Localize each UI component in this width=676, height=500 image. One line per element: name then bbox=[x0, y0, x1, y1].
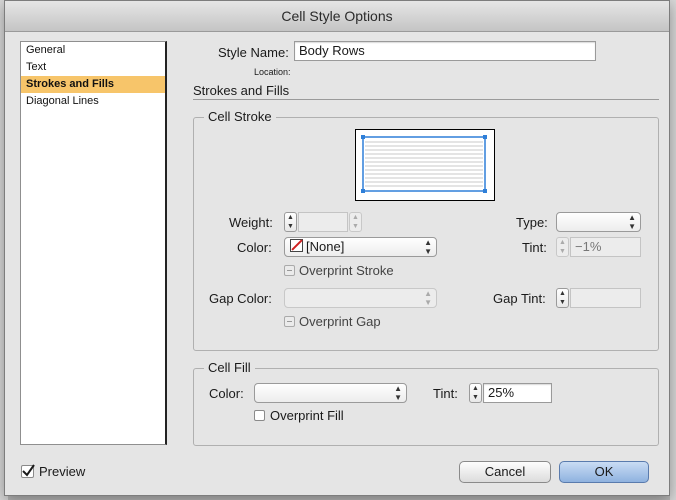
checkmark-icon bbox=[22, 464, 35, 477]
weight-label: Weight: bbox=[229, 215, 273, 230]
up-down-chevron-icon: ▲ ▼ bbox=[628, 213, 636, 231]
style-name-input[interactable]: Body Rows bbox=[294, 41, 596, 61]
stroke-tint-stepper[interactable]: ▲ ▼ bbox=[556, 237, 569, 257]
type-label: Type: bbox=[516, 215, 548, 230]
dialog-title: Cell Style Options bbox=[5, 1, 669, 32]
fill-color-popup[interactable]: ▲ ▼ bbox=[254, 383, 407, 403]
stroke-proxy-grid-icon bbox=[361, 135, 487, 193]
preview-label: Preview bbox=[39, 464, 86, 479]
overprint-stroke-checkbox[interactable] bbox=[284, 265, 295, 276]
stroke-proxy-preview[interactable] bbox=[355, 129, 495, 201]
ok-button[interactable]: OK bbox=[559, 461, 649, 483]
stroke-color-popup[interactable]: [None] ▲ ▼ bbox=[284, 237, 437, 257]
cancel-button[interactable]: Cancel bbox=[459, 461, 551, 483]
sidebar-item-general[interactable]: General bbox=[21, 42, 165, 59]
overprint-gap-checkbox[interactable] bbox=[284, 316, 295, 327]
gap-color-label: Gap Color: bbox=[209, 291, 272, 306]
stroke-color-value: [None] bbox=[306, 239, 345, 254]
weight-stepper[interactable]: ▲ ▼ bbox=[284, 212, 297, 232]
stroke-tint-label: Tint: bbox=[522, 240, 547, 255]
gap-tint-stepper[interactable]: ▲ ▼ bbox=[556, 288, 569, 308]
section-title: Strokes and Fills bbox=[193, 83, 290, 98]
fill-tint-label: Tint: bbox=[433, 386, 458, 401]
gap-color-popup[interactable]: ▲ ▼ bbox=[284, 288, 437, 308]
overprint-fill-label: Overprint Fill bbox=[270, 408, 344, 423]
cell-fill-title: Cell Fill bbox=[204, 360, 255, 375]
sidebar-item-text[interactable]: Text bbox=[21, 59, 165, 76]
up-down-chevron-icon: ▲ ▼ bbox=[424, 238, 432, 256]
overprint-fill-checkbox[interactable] bbox=[254, 410, 265, 421]
preview-checkbox[interactable] bbox=[21, 464, 35, 478]
fill-tint-input[interactable]: 25% bbox=[483, 383, 552, 403]
overprint-gap-label: Overprint Gap bbox=[299, 314, 381, 329]
stroke-tint-input[interactable]: −1% bbox=[570, 237, 641, 257]
style-name-label: Style Name: bbox=[218, 45, 289, 60]
cell-stroke-title: Cell Stroke bbox=[204, 109, 276, 124]
type-popup[interactable]: ▲ ▼ bbox=[556, 212, 641, 232]
background-right-edge bbox=[670, 0, 676, 500]
gap-tint-input[interactable] bbox=[570, 288, 641, 308]
weight-dropdown-arrow[interactable]: ▲ ▼ bbox=[349, 212, 362, 232]
cell-style-options-dialog: Cell Style Options General Text Strokes … bbox=[4, 0, 670, 496]
overprint-stroke-label: Overprint Stroke bbox=[299, 263, 394, 278]
location-label: Location: bbox=[254, 67, 291, 77]
cell-fill-group bbox=[193, 368, 659, 446]
sidebar-item-diagonal-lines[interactable]: Diagonal Lines bbox=[21, 93, 165, 110]
category-list: General Text Strokes and Fills Diagonal … bbox=[20, 41, 167, 445]
none-swatch-icon bbox=[290, 239, 303, 252]
weight-input[interactable] bbox=[298, 212, 348, 232]
fill-color-label: Color: bbox=[209, 386, 244, 401]
up-down-chevron-icon: ▲ ▼ bbox=[424, 289, 432, 307]
fill-tint-stepper[interactable]: ▲ ▼ bbox=[469, 383, 482, 403]
stroke-color-label: Color: bbox=[237, 240, 272, 255]
gap-tint-label: Gap Tint: bbox=[493, 291, 546, 306]
up-down-chevron-icon: ▲ ▼ bbox=[394, 384, 402, 402]
section-divider bbox=[193, 99, 659, 100]
sidebar-item-strokes-and-fills[interactable]: Strokes and Fills bbox=[21, 76, 165, 93]
